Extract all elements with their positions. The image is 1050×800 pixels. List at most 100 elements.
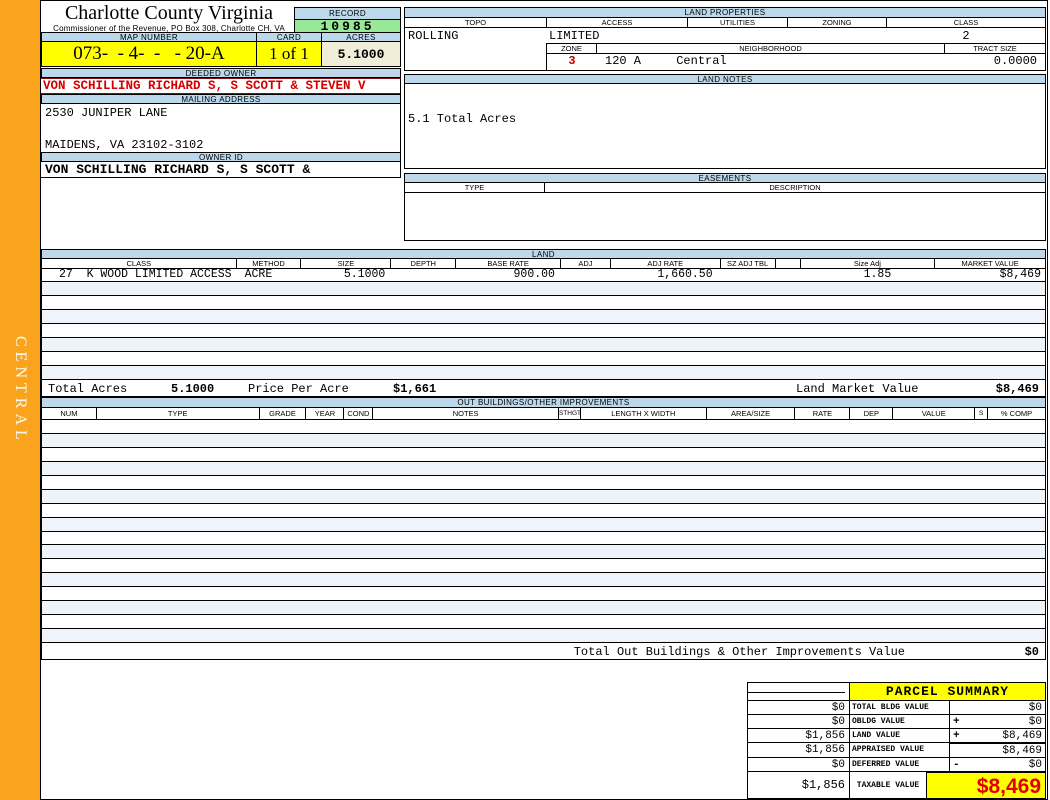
land-properties-header: LAND PROPERTIES	[405, 8, 1045, 18]
column-header: STHGT	[558, 408, 581, 419]
land-adj	[561, 269, 611, 281]
land-empty-rows	[41, 282, 1046, 380]
column-header: NOTES	[373, 408, 559, 419]
record-box: RECORD 10985	[294, 7, 401, 34]
empty-row	[42, 366, 1045, 380]
price-per-acre-label: Price Per Acre	[248, 382, 349, 396]
map-number-value: 073- - 4- - - 20-A	[41, 42, 256, 67]
class-value: 2	[962, 29, 970, 43]
column-header: BASE RATE	[456, 259, 561, 268]
prior-land: $1,856	[748, 729, 850, 742]
prior-obldg: $0	[748, 715, 850, 728]
empty-row	[42, 296, 1045, 310]
column-header: ZONING	[788, 18, 887, 27]
land-table-columns: CLASS METHOD SIZE DEPTH BASE RATE ADJ AD…	[41, 259, 1046, 269]
empty-row	[42, 310, 1045, 324]
neighborhood-value: 120 A Central	[597, 54, 945, 70]
owner-id-label: OWNER ID	[41, 152, 401, 162]
column-header: GRADE	[260, 408, 307, 419]
land-notes-header: LAND NOTES	[404, 74, 1046, 84]
empty-row	[42, 420, 1045, 434]
total-acres-label: Total Acres	[48, 382, 128, 396]
neighborhood-label: NEIGHBORHOOD	[597, 44, 945, 53]
zone-values: 3 120 A Central 0.0000	[547, 54, 1045, 70]
empty-row	[42, 475, 1045, 490]
column-header: SZ ADJ TBL	[721, 259, 776, 268]
column-header	[776, 259, 801, 268]
mailing-address-label: MAILING ADDRESS	[41, 94, 401, 104]
taxable-label: TAXABLE VALUE	[850, 772, 927, 798]
map-number-label: MAP NUMBER	[41, 32, 256, 42]
deferred-label: DEFERRED VALUE	[850, 758, 950, 771]
record-sheet: Charlotte County Virginia Commissioner o…	[40, 0, 1048, 800]
obldg-value: $0	[1028, 716, 1042, 728]
empty-row	[42, 461, 1045, 476]
column-header: YEAR	[306, 408, 345, 419]
column-header: SIZE	[301, 259, 392, 268]
empty-row	[42, 352, 1045, 366]
column-header: AREA/SIZE	[707, 408, 796, 419]
out-buildings-section: OUT BUILDINGS/OTHER IMPROVEMENTS NUM TYP…	[41, 397, 1046, 660]
empty-row	[42, 587, 1045, 602]
county-title: Charlotte County Virginia	[64, 2, 274, 24]
land-method: ACRE	[244, 269, 273, 281]
total-bldg-value: $0	[1028, 702, 1042, 714]
land-value-amount: $8,469	[1002, 730, 1042, 742]
empty-row	[42, 601, 1045, 616]
empty-row	[42, 433, 1045, 448]
easements-columns: TYPE DESCRIPTION	[404, 183, 1046, 193]
column-header: NUM	[42, 408, 97, 419]
out-buildings-total-row: Total Out Buildings & Other Improvements…	[41, 643, 1046, 660]
card-value: 1 of 1	[256, 42, 321, 67]
land-class: 27 K WOOD LIMITED ACCESS	[59, 269, 232, 281]
summary-row: $1,856 APPRAISED VALUE $8,469	[748, 742, 1045, 758]
easement-description-label: DESCRIPTION	[769, 183, 821, 192]
column-header: DEPTH	[391, 259, 457, 268]
plus-op: +	[953, 730, 960, 742]
summary-row: $0 DEFERRED VALUE - $0	[748, 758, 1045, 772]
total-bldg-label: TOTAL BLDG VALUE	[850, 701, 950, 714]
land-sz-adj-tbl	[721, 269, 776, 281]
out-buildings-empty-rows	[41, 420, 1046, 643]
column-header: Size Adj	[801, 259, 936, 268]
easement-type-label: TYPE	[405, 183, 545, 192]
column-header: DEP	[850, 408, 894, 419]
total-acres-value: 5.1000	[171, 382, 215, 396]
out-buildings-total-value: $0	[1024, 645, 1039, 659]
prior-deferred: $0	[748, 758, 850, 771]
land-value-label: LAND VALUE	[850, 729, 950, 742]
empty-row	[42, 447, 1045, 462]
column-header: ACCESS	[547, 18, 688, 27]
owner-id-value: VON SCHILLING RICHARD S, S SCOTT &	[41, 162, 401, 178]
column-header: ADJ	[561, 259, 611, 268]
column-header: ADJ RATE	[611, 259, 721, 268]
out-buildings-total-label: Total Out Buildings & Other Improvements…	[573, 645, 905, 659]
appraised-value: $8,469	[1002, 745, 1042, 757]
column-header: UTILITIES	[688, 18, 788, 27]
empty-row	[42, 338, 1045, 352]
prior-appraised: $1,856	[748, 743, 850, 757]
column-header: VALUE	[893, 408, 976, 419]
parcel-summary: PARCEL SUMMARY $0 TOTAL BLDG VALUE $0 $0…	[747, 682, 1046, 799]
land-totals-row: Total Acres 5.1000 Price Per Acre $1,661…	[41, 380, 1046, 397]
land-note: 5.1 Total Acres	[408, 112, 517, 126]
column-header: CLASS	[953, 18, 979, 27]
zone-spacer	[405, 43, 546, 70]
column-header: TOPO	[405, 18, 547, 27]
parcel-summary-title-row: PARCEL SUMMARY	[748, 683, 1045, 701]
land-market-value-total: $8,469	[995, 382, 1039, 396]
empty-row	[42, 531, 1045, 546]
address-line2: MAIDENS, VA 23102-3102	[45, 138, 204, 152]
column-header: LENGTH X WIDTH	[581, 408, 707, 419]
land-market-value: $8,469	[999, 269, 1041, 281]
county-header: Charlotte County Virginia Commissioner o…	[43, 2, 295, 34]
land-size: 5.1000	[343, 269, 386, 281]
appraised-label: APPRAISED VALUE	[850, 743, 950, 757]
summary-row: $0 OBLDG VALUE + $0	[748, 715, 1045, 729]
prior-total-bldg: $0	[748, 701, 850, 714]
column-header: COND	[344, 408, 374, 419]
land-market-value-label: Land Market Value	[796, 382, 919, 396]
topo-value: ROLLING	[408, 29, 459, 43]
mailing-address-box: 2530 JUNIPER LANE MAIDENS, VA 23102-3102	[41, 104, 401, 152]
column-header: METHOD	[237, 259, 302, 268]
